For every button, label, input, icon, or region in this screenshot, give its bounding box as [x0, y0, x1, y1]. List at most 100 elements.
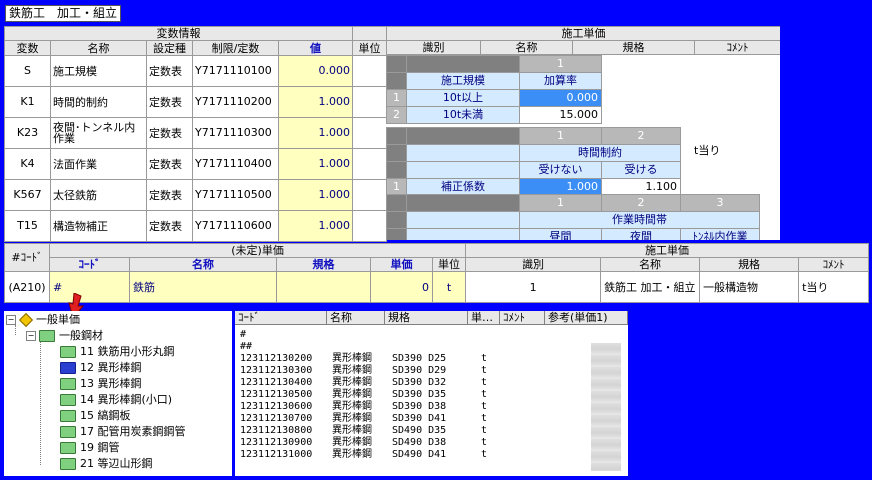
value-cell[interactable]: 1.000: [277, 178, 354, 211]
variable-table: 変数情報 変数 名称 設定種 制限/定数 値 単位 S 施工規模 定数表 Y71711…: [3, 25, 388, 243]
list-item[interactable]: 123112130800 異形棒鋼 SD490 D35 t: [235, 425, 628, 436]
price-input[interactable]: 0: [370, 271, 433, 303]
list-item[interactable]: #: [235, 329, 628, 340]
value-cell[interactable]: 0.000: [277, 54, 354, 87]
tree-item[interactable]: 11 鉄筋用小形丸鋼: [60, 344, 175, 359]
variable-row[interactable]: K4 法面作業 定数表 Y7171110400 1.000: [4, 147, 388, 180]
value-cell[interactable]: 1.000: [277, 147, 354, 180]
list-cell-unit: t: [481, 377, 488, 388]
tree-item[interactable]: 15 縞鋼板: [60, 408, 131, 423]
code-input[interactable]: #: [49, 271, 130, 303]
variable-row[interactable]: K567 太径鉄筋 定数表 Y7171110500 1.000: [4, 178, 388, 211]
list-cell-spec: SD390 D25: [392, 353, 447, 364]
material-list[interactable]: ｺｰﾄﾞ 名称 規格 単… ｺﾒﾝﾄ 参考(単価1) # ## 1231121302…: [235, 311, 628, 476]
list-col-reference[interactable]: 参考(単価1): [545, 311, 628, 325]
constant-row[interactable]: 1 補正係数 1.000 1.100: [386, 178, 681, 196]
col-limit: 制限/定数: [192, 40, 279, 56]
list-item[interactable]: 123112131000 異形棒鋼 SD490 D41 t: [235, 449, 628, 460]
folder-icon: [60, 426, 76, 438]
collapse-icon[interactable]: −: [6, 315, 16, 325]
list-cell-code: 123112130500: [240, 389, 313, 400]
list-cell-code: 123112130800: [240, 425, 313, 436]
list-cell-unit: t: [481, 353, 488, 364]
list-item[interactable]: 123112130200 異形棒鋼 SD390 D25 t: [235, 353, 628, 364]
table-row[interactable]: (A210) # 鉄筋 0 t 1 鉄筋工 加工・組立 一般構造物 t当り: [4, 271, 870, 303]
list-cell-unit: t: [481, 449, 488, 460]
constant-row[interactable]: 1 10t以上 0.000: [386, 89, 602, 107]
tree-node-steel[interactable]: − 一般鋼材: [26, 328, 103, 343]
construction-price-header: 施工単価: [465, 243, 870, 258]
list-cell-spec: SD490 D41: [392, 449, 447, 460]
constant-table-scale: 1 施工規模 加算率 1 10t以上 0.000 2 10t未満 15.000: [386, 55, 602, 124]
list-header: ｺｰﾄﾞ 名称 規格 単… ｺﾒﾝﾄ 参考(単価1): [235, 311, 628, 325]
tree-item[interactable]: 14 異形棒鋼(小口): [60, 392, 172, 407]
constant-table-worktime: 123 作業時間帯 昼間 夜間 ﾄﾝﾈﾙ内作業: [386, 194, 760, 240]
category-tree[interactable]: − 一般単価 − 一般鋼材 11 鉄筋用小形丸鋼 12 異形棒鋼 13 異形棒鋼 1…: [4, 311, 232, 476]
list-cell-code: 123112130700: [240, 413, 313, 424]
list-item[interactable]: 123112130400 異形棒鋼 SD390 D32 t: [235, 377, 628, 388]
list-item[interactable]: 123112130600 異形棒鋼 SD390 D38 t: [235, 401, 628, 412]
selected-cell[interactable]: 0.000: [519, 89, 602, 107]
folder-icon: [60, 442, 76, 454]
unit-price-header: 施工単価 識別 名称 規格 ｺﾒﾝﾄ: [386, 26, 780, 55]
list-cell-spec: SD390 D32: [392, 377, 447, 388]
list-cell-unit: t: [481, 425, 488, 436]
value-cell[interactable]: 1.000: [277, 116, 354, 149]
list-cell-name: 異形棒鋼: [332, 437, 372, 448]
list-col-unit[interactable]: 単…: [468, 311, 500, 325]
tree-item[interactable]: 13 異形棒鋼: [60, 376, 142, 391]
col-name: 名称: [480, 40, 573, 55]
list-col-spec[interactable]: 規格: [385, 311, 468, 325]
col-id: 識別: [386, 40, 481, 55]
tree-item-selected[interactable]: 12 異形棒鋼: [60, 360, 142, 375]
unit-price-group-header: 施工単価: [386, 26, 780, 41]
folder-icon: [60, 346, 76, 358]
variable-row[interactable]: K1 時間的制約 定数表 Y7171110200 1.000: [4, 85, 388, 118]
list-cell-name: 異形棒鋼: [332, 425, 372, 436]
list-cell-code: 123112130200: [240, 353, 313, 364]
value-cell[interactable]: 1.000: [277, 209, 354, 243]
unit-input[interactable]: t: [431, 271, 467, 303]
list-col-name[interactable]: 名称: [327, 311, 385, 325]
list-col-comment[interactable]: ｺﾒﾝﾄ: [500, 311, 545, 325]
unit-price-panel: 施工単価 識別 名称 規格 ｺﾒﾝﾄ 1 施工規模 加算率 1 10t以上 0.000…: [386, 26, 780, 240]
list-cell-unit: t: [481, 365, 488, 376]
list-cell-unit: t: [481, 389, 488, 400]
window-title: 鉄筋工 加工・組立: [5, 5, 122, 22]
constant-table-time: 12 時間制約 受けない 受ける 1 補正係数 1.000 1.100: [386, 127, 681, 196]
name-input[interactable]: 鉄筋: [129, 271, 277, 303]
constant-row[interactable]: 2 10t未満 15.000: [386, 106, 602, 124]
folder-icon: [60, 394, 76, 406]
tree-item[interactable]: 19 鋼管: [60, 440, 120, 455]
list-cell-spec: SD390 D38: [392, 401, 447, 412]
tree-node-root[interactable]: − 一般単価: [6, 312, 80, 328]
list-cell-code: 123112130400: [240, 377, 313, 388]
folder-icon: [60, 362, 76, 374]
list-cell-unit: t: [481, 437, 488, 448]
folder-icon: [60, 458, 76, 470]
col-setting-type: 設定種: [146, 40, 193, 56]
variable-row[interactable]: T15 構造物補正 定数表 Y7171110600 1.000: [4, 209, 388, 243]
list-cell-spec: SD390 D41: [392, 413, 447, 424]
list-cell-spec: SD390 D29: [392, 365, 447, 376]
list-item[interactable]: 123112130300 異形棒鋼 SD390 D29 t: [235, 365, 628, 376]
col-value: 値: [277, 40, 354, 56]
list-cell-name: 異形棒鋼: [332, 413, 372, 424]
list-col-code[interactable]: ｺｰﾄﾞ: [235, 311, 327, 325]
list-item[interactable]: ##: [235, 341, 628, 352]
list-item[interactable]: 123112130700 異形棒鋼 SD390 D41 t: [235, 413, 628, 424]
list-item[interactable]: 123112130900 異形棒鋼 SD490 D38 t: [235, 437, 628, 448]
tree-item[interactable]: 21 等辺山形鋼: [60, 456, 153, 471]
variable-row[interactable]: K23 夜間･トンネル内作業 定数表 Y7171110300 1.000: [4, 116, 388, 149]
list-cell-name: 異形棒鋼: [332, 401, 372, 412]
list-cell-spec: SD490 D38: [392, 437, 447, 448]
tree-item[interactable]: 17 配管用炭素鋼鋼管: [60, 424, 186, 439]
variable-row[interactable]: S 施工規模 定数表 Y7171110100 0.000: [4, 54, 388, 87]
spec-input[interactable]: [276, 271, 371, 303]
diamond-icon: [18, 312, 34, 328]
col-spec: 規格: [572, 40, 695, 55]
value-cell[interactable]: 1.000: [277, 85, 354, 118]
list-item[interactable]: 123112130500 異形棒鋼 SD390 D35 t: [235, 389, 628, 400]
collapse-icon[interactable]: −: [26, 331, 36, 341]
selected-cell[interactable]: 1.000: [519, 178, 602, 196]
